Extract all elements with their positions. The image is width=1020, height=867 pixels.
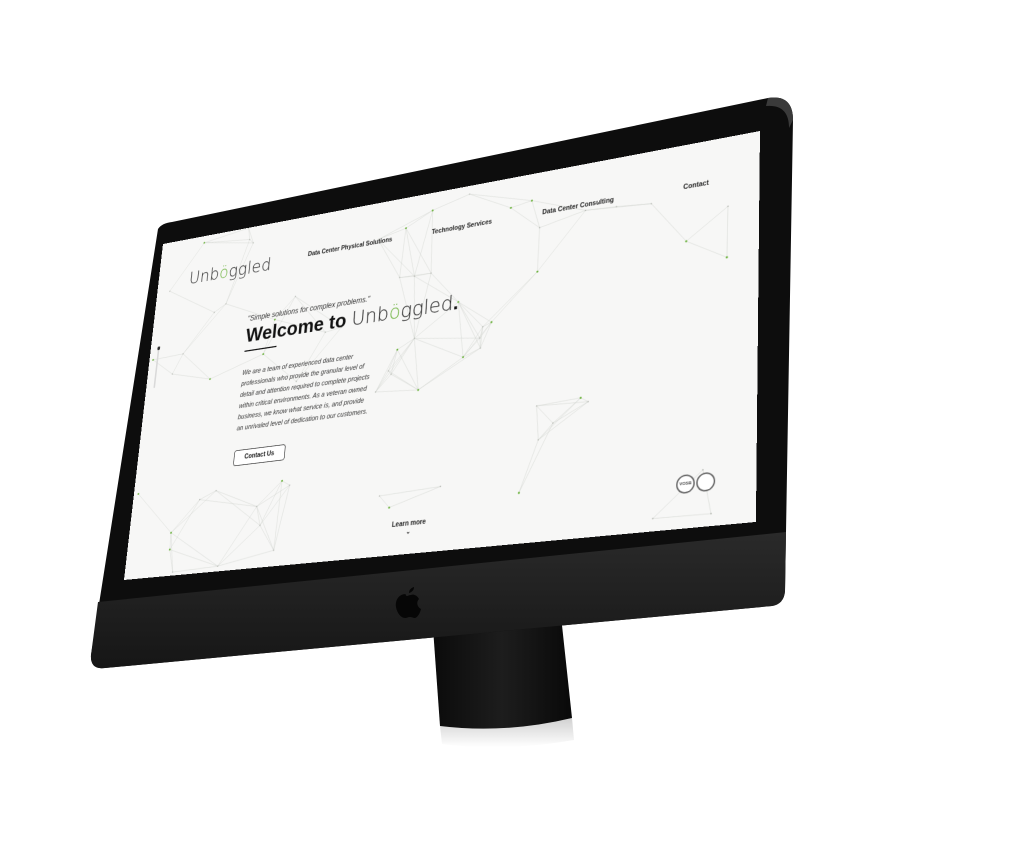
headline-brand-start: Unb — [350, 301, 390, 331]
headline-period: . — [452, 290, 460, 315]
hero-intro-text: We are a team of experienced data center… — [236, 353, 370, 433]
headline-underline — [244, 345, 277, 352]
